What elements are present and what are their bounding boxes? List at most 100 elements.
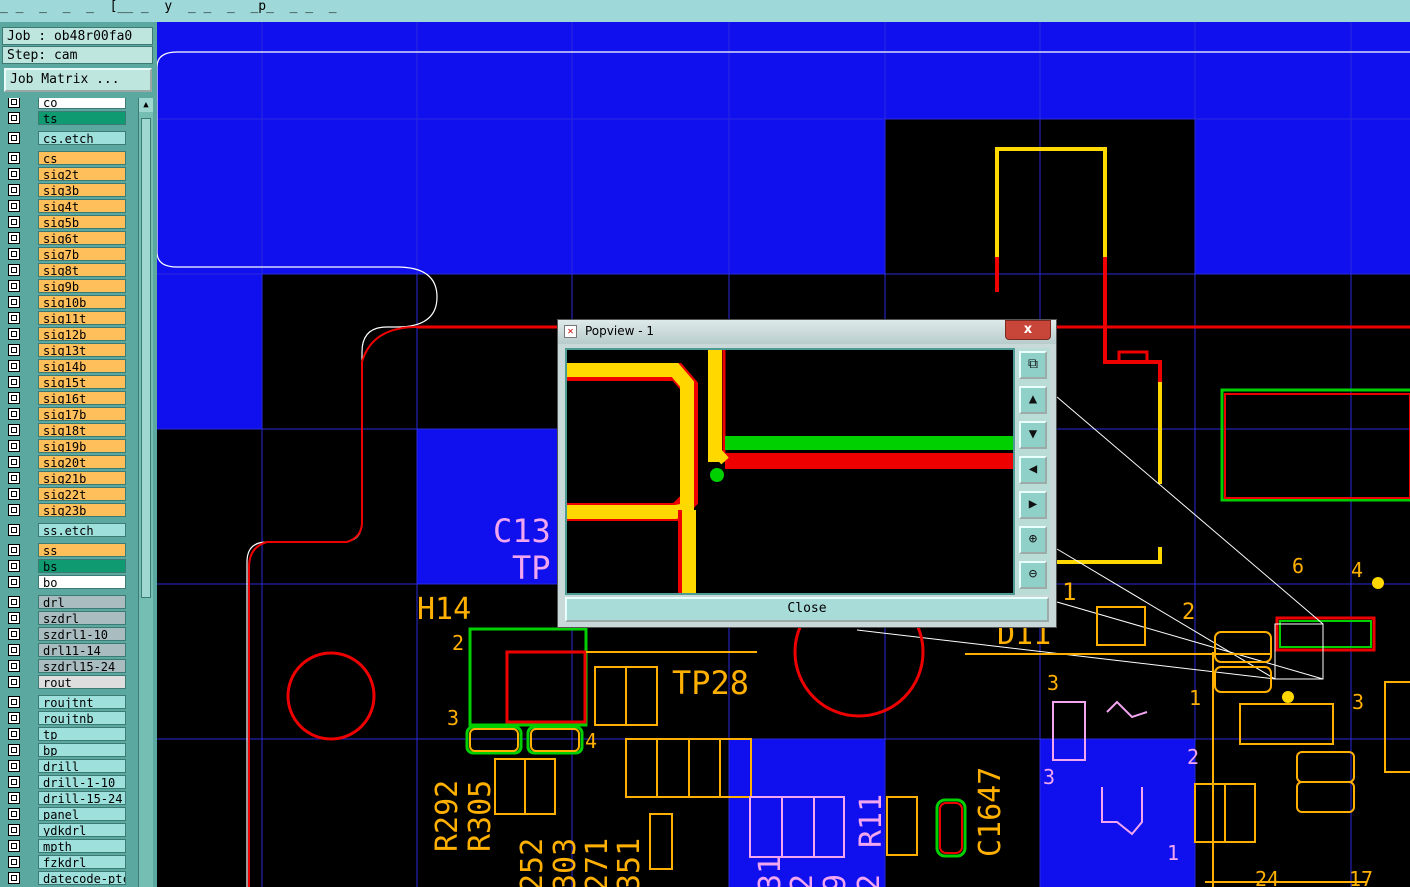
layer-name[interactable]: sig13t <box>38 343 126 357</box>
layer-name[interactable]: sig11t <box>38 311 126 325</box>
layer-checkbox[interactable] <box>8 504 20 516</box>
layer-name[interactable]: sig2t <box>38 167 126 181</box>
layer-row-sig2t[interactable]: sig2t <box>4 167 128 181</box>
popview-title-bar[interactable]: ✕ Popview - 1 x <box>558 320 1056 344</box>
layer-checkbox[interactable] <box>8 328 20 340</box>
zoom-in-icon[interactable]: ⊕ <box>1019 526 1047 554</box>
layer-checkbox[interactable] <box>8 216 20 228</box>
layer-name[interactable]: cs.etch <box>38 131 126 145</box>
layer-checkbox[interactable] <box>8 152 20 164</box>
layer-row-sig9b[interactable]: sig9b <box>4 279 128 293</box>
layer-checkbox[interactable] <box>8 628 20 640</box>
layer-row-panel[interactable]: panel <box>4 807 128 821</box>
layer-checkbox[interactable] <box>8 264 20 276</box>
layer-name[interactable]: drill-1-10 <box>38 775 126 789</box>
layer-name[interactable]: sig8t <box>38 263 126 277</box>
layer-name[interactable]: fzkdrl <box>38 855 126 869</box>
layer-row-rout[interactable]: rout <box>4 675 128 689</box>
popview-zoom-view[interactable] <box>565 348 1015 595</box>
layer-name[interactable]: bs <box>38 559 126 573</box>
layer-checkbox[interactable] <box>8 544 20 556</box>
layer-checkbox[interactable] <box>8 312 20 324</box>
layer-list-scrollbar[interactable]: ▲ <box>138 98 153 887</box>
layer-checkbox[interactable] <box>8 248 20 260</box>
layer-checkbox[interactable] <box>8 408 20 420</box>
layer-row-sig16t[interactable]: sig16t <box>4 391 128 405</box>
layer-name[interactable]: sig17b <box>38 407 126 421</box>
job-matrix-button[interactable]: Job Matrix ... <box>4 68 152 92</box>
layer-name[interactable]: drill <box>38 759 126 773</box>
layer-row-ts[interactable]: ts <box>4 111 128 125</box>
layer-checkbox[interactable] <box>8 360 20 372</box>
layer-name[interactable]: sig22t <box>38 487 126 501</box>
layer-row-ydkdrl[interactable]: ydkdrl <box>4 823 128 837</box>
layer-checkbox[interactable] <box>8 524 20 536</box>
pan-right-icon[interactable]: ▶ <box>1019 491 1047 519</box>
layer-checkbox[interactable] <box>8 280 20 292</box>
layer-name[interactable]: sig6t <box>38 231 126 245</box>
layer-checkbox[interactable] <box>8 376 20 388</box>
layer-checkbox[interactable] <box>8 232 20 244</box>
layer-name[interactable]: sig15t <box>38 375 126 389</box>
layer-name[interactable]: sig12b <box>38 327 126 341</box>
layer-row-drl[interactable]: drl <box>4 595 128 609</box>
layer-row-mpth[interactable]: mpth <box>4 839 128 853</box>
layer-row-roujtnb[interactable]: roujtnb <box>4 711 128 725</box>
layer-row-szdrl1-10[interactable]: szdrl1-10 <box>4 627 128 641</box>
layer-checkbox[interactable] <box>8 168 20 180</box>
scroll-up-icon[interactable]: ▲ <box>139 98 153 112</box>
layer-checkbox[interactable] <box>8 696 20 708</box>
layer-row-ss-etch[interactable]: ss.etch <box>4 523 128 537</box>
layer-name[interactable]: drill-15-24 <box>38 791 126 805</box>
layer-checkbox[interactable] <box>8 712 20 724</box>
layer-checkbox[interactable] <box>8 112 20 124</box>
layer-name[interactable]: sig4t <box>38 199 126 213</box>
layer-checkbox[interactable] <box>8 488 20 500</box>
layer-checkbox[interactable] <box>8 872 20 884</box>
layer-checkbox[interactable] <box>8 184 20 196</box>
pan-left-icon[interactable]: ◀ <box>1019 456 1047 484</box>
layer-row-drill[interactable]: drill <box>4 759 128 773</box>
layer-row-ss[interactable]: ss <box>4 543 128 557</box>
layer-checkbox[interactable] <box>8 644 20 656</box>
layer-name[interactable]: drl <box>38 595 126 609</box>
layer-name[interactable]: sig9b <box>38 279 126 293</box>
layer-name[interactable]: roujtnt <box>38 695 126 709</box>
layer-checkbox[interactable] <box>8 728 20 740</box>
layer-name[interactable]: sig20t <box>38 455 126 469</box>
layer-row-sig23b[interactable]: sig23b <box>4 503 128 517</box>
layer-name[interactable]: sig3b <box>38 183 126 197</box>
layer-name[interactable]: szdrl <box>38 611 126 625</box>
layer-name[interactable]: ts <box>38 111 126 125</box>
layer-row-szdrl[interactable]: szdrl <box>4 611 128 625</box>
layer-name[interactable]: rout <box>38 675 126 689</box>
layer-checkbox[interactable] <box>8 560 20 572</box>
layer-row-drl11-14[interactable]: drl11-14 <box>4 643 128 657</box>
layer-row-sig22t[interactable]: sig22t <box>4 487 128 501</box>
layer-name[interactable]: panel <box>38 807 126 821</box>
layer-name[interactable]: sig7b <box>38 247 126 261</box>
layer-name[interactable]: sig14b <box>38 359 126 373</box>
layer-row-bs[interactable]: bs <box>4 559 128 573</box>
layer-row-drill-15-24[interactable]: drill-15-24 <box>4 791 128 805</box>
scroll-thumb[interactable] <box>141 118 151 598</box>
layer-name[interactable]: ydkdrl <box>38 823 126 837</box>
layer-row-drill-1-10[interactable]: drill-1-10 <box>4 775 128 789</box>
layer-name[interactable]: bo <box>38 575 126 589</box>
layer-name[interactable]: sig16t <box>38 391 126 405</box>
layer-name[interactable]: drl11-14 <box>38 643 126 657</box>
layer-name[interactable]: ss.etch <box>38 523 126 537</box>
layer-row-sig12b[interactable]: sig12b <box>4 327 128 341</box>
layer-row-tp[interactable]: tp <box>4 727 128 741</box>
layer-row-bp[interactable]: bp <box>4 743 128 757</box>
layer-row-sig20t[interactable]: sig20t <box>4 455 128 469</box>
layer-row-cs-etch[interactable]: cs.etch <box>4 131 128 145</box>
layer-row-bo[interactable]: bo <box>4 575 128 589</box>
layer-row-co[interactable]: co <box>4 98 128 109</box>
layer-checkbox[interactable] <box>8 776 20 788</box>
layer-row-cs[interactable]: cs <box>4 151 128 165</box>
layer-row-sig13t[interactable]: sig13t <box>4 343 128 357</box>
layer-checkbox[interactable] <box>8 856 20 868</box>
layer-name[interactable]: mpth <box>38 839 126 853</box>
layer-row-fzkdrl[interactable]: fzkdrl <box>4 855 128 869</box>
